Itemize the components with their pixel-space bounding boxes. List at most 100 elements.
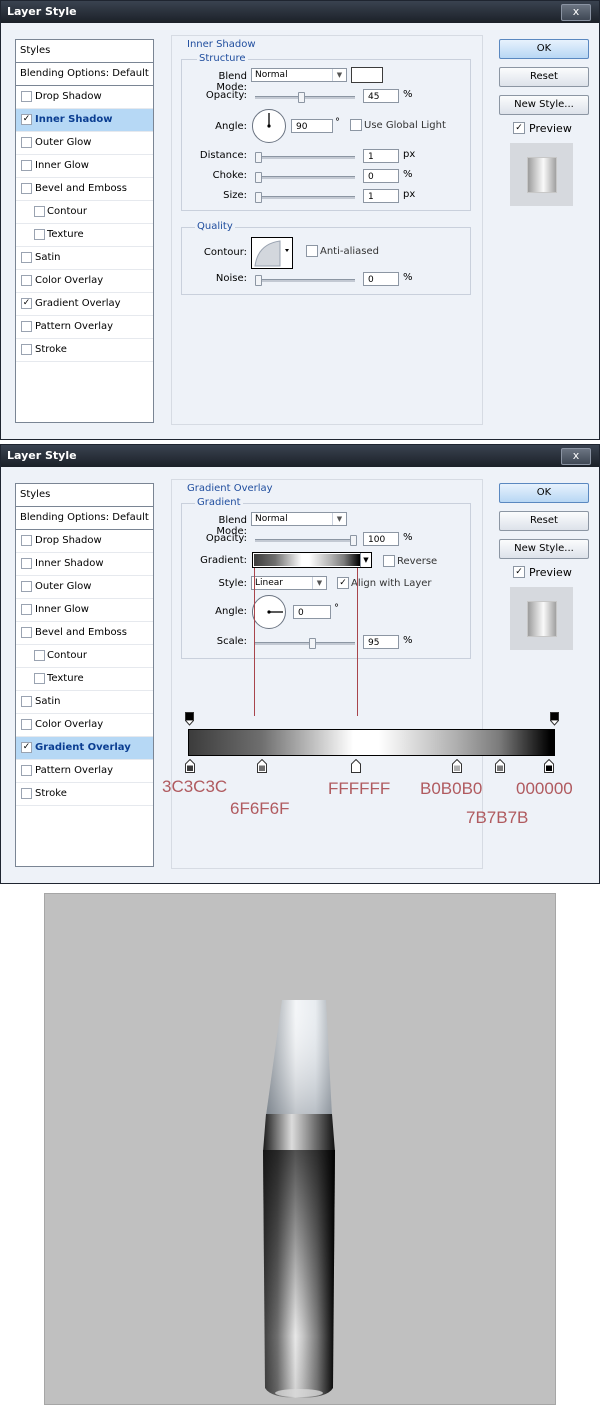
- choke-slider-thumb[interactable]: [255, 172, 262, 183]
- style-checkbox[interactable]: [21, 275, 32, 286]
- style-item-texture[interactable]: Texture: [16, 224, 153, 247]
- close-button[interactable]: x: [561, 448, 591, 465]
- style-item-inner-glow[interactable]: Inner Glow: [16, 599, 153, 622]
- style-item-drop-shadow[interactable]: Drop Shadow: [16, 530, 153, 553]
- opacity-slider[interactable]: [255, 535, 357, 546]
- style-checkbox[interactable]: [21, 344, 32, 355]
- angle-input[interactable]: 90: [291, 119, 333, 133]
- scale-slider[interactable]: [255, 638, 355, 649]
- style-item-texture[interactable]: Texture: [16, 668, 153, 691]
- style-checkbox[interactable]: [34, 650, 45, 661]
- reverse-checkbox[interactable]: [383, 555, 395, 567]
- noise-slider[interactable]: [255, 275, 355, 286]
- new-style-button[interactable]: New Style...: [499, 95, 589, 115]
- style-item-outer-glow[interactable]: Outer Glow: [16, 132, 153, 155]
- style-checkbox[interactable]: [21, 719, 32, 730]
- style-item-color-overlay[interactable]: Color Overlay: [16, 270, 153, 293]
- style-checkbox[interactable]: [21, 183, 32, 194]
- scale-slider-thumb[interactable]: [309, 638, 317, 649]
- style-checkbox[interactable]: [34, 229, 45, 240]
- style-checkbox[interactable]: [21, 160, 32, 171]
- style-checkbox[interactable]: [21, 604, 32, 615]
- style-select[interactable]: Linear ▼: [251, 576, 327, 590]
- noise-input[interactable]: 0: [363, 272, 399, 286]
- opacity-stop-right-icon[interactable]: [550, 712, 559, 726]
- shadow-color-swatch[interactable]: [351, 67, 383, 83]
- opacity-input[interactable]: 45: [363, 89, 399, 103]
- size-slider[interactable]: [255, 192, 355, 203]
- styles-header[interactable]: Styles: [16, 484, 153, 507]
- ok-button[interactable]: OK: [499, 483, 589, 503]
- distance-slider-thumb[interactable]: [255, 152, 262, 163]
- reset-button[interactable]: Reset: [499, 511, 589, 531]
- choke-input[interactable]: 0: [363, 169, 399, 183]
- opacity-input[interactable]: 100: [363, 532, 399, 546]
- style-checkbox[interactable]: [21, 765, 32, 776]
- size-slider-thumb[interactable]: [255, 192, 262, 203]
- style-checkbox[interactable]: ✓: [21, 742, 32, 753]
- gradient-picker[interactable]: ▼: [252, 552, 372, 568]
- gradient-bar[interactable]: [188, 729, 555, 756]
- preview-checkbox[interactable]: ✓: [513, 122, 525, 134]
- style-item-inner-glow[interactable]: Inner Glow: [16, 155, 153, 178]
- contour-picker[interactable]: [251, 237, 293, 269]
- align-with-layer-checkbox[interactable]: ✓: [337, 577, 349, 589]
- style-item-contour[interactable]: Contour: [16, 645, 153, 668]
- global-light-checkbox[interactable]: [350, 119, 362, 131]
- color-stop-4-icon[interactable]: [452, 759, 462, 773]
- style-item-stroke[interactable]: Stroke: [16, 783, 153, 806]
- antialiased-checkbox[interactable]: [306, 245, 318, 257]
- color-stop-6-icon[interactable]: [544, 759, 554, 773]
- style-checkbox[interactable]: ✓: [21, 114, 32, 125]
- angle-dial[interactable]: [252, 109, 286, 143]
- style-item-gradient-overlay[interactable]: ✓ Gradient Overlay: [16, 293, 153, 316]
- blending-options-item[interactable]: Blending Options: Default: [16, 63, 153, 86]
- style-checkbox[interactable]: [21, 788, 32, 799]
- style-checkbox[interactable]: [21, 137, 32, 148]
- angle-input[interactable]: 0: [293, 605, 331, 619]
- color-stop-3-icon[interactable]: [351, 759, 361, 773]
- style-item-pattern-overlay[interactable]: Pattern Overlay: [16, 760, 153, 783]
- distance-input[interactable]: 1: [363, 149, 399, 163]
- style-checkbox[interactable]: [21, 535, 32, 546]
- style-checkbox[interactable]: [21, 321, 32, 332]
- opacity-slider-thumb[interactable]: [297, 92, 305, 103]
- style-item-pattern-overlay[interactable]: Pattern Overlay: [16, 316, 153, 339]
- size-input[interactable]: 1: [363, 189, 399, 203]
- distance-slider[interactable]: [255, 152, 355, 163]
- reset-button[interactable]: Reset: [499, 67, 589, 87]
- style-checkbox[interactable]: ✓: [21, 298, 32, 309]
- style-item-satin[interactable]: Satin: [16, 691, 153, 714]
- noise-slider-thumb[interactable]: [255, 275, 262, 286]
- style-item-bevel-and-emboss[interactable]: Bevel and Emboss: [16, 622, 153, 645]
- style-item-color-overlay[interactable]: Color Overlay: [16, 714, 153, 737]
- color-stop-1-icon[interactable]: [185, 759, 195, 773]
- scale-input[interactable]: 95: [363, 635, 399, 649]
- style-checkbox[interactable]: [21, 627, 32, 638]
- blend-mode-select[interactable]: Normal ▼: [251, 512, 347, 526]
- style-checkbox[interactable]: [21, 696, 32, 707]
- ok-button[interactable]: OK: [499, 39, 589, 59]
- color-stop-2-icon[interactable]: [257, 759, 267, 773]
- opacity-stop-left-icon[interactable]: [185, 712, 194, 726]
- style-checkbox[interactable]: [21, 581, 32, 592]
- color-stop-5-icon[interactable]: [495, 759, 505, 773]
- style-checkbox[interactable]: [21, 252, 32, 263]
- style-item-inner-shadow[interactable]: Inner Shadow: [16, 553, 153, 576]
- opacity-slider-thumb[interactable]: [350, 535, 357, 546]
- blend-mode-select[interactable]: Normal ▼: [251, 68, 347, 82]
- opacity-slider[interactable]: [255, 92, 355, 103]
- style-item-gradient-overlay[interactable]: ✓ Gradient Overlay: [16, 737, 153, 760]
- style-checkbox[interactable]: [21, 91, 32, 102]
- style-item-bevel-and-emboss[interactable]: Bevel and Emboss: [16, 178, 153, 201]
- style-item-satin[interactable]: Satin: [16, 247, 153, 270]
- close-button[interactable]: x: [561, 4, 591, 21]
- style-item-drop-shadow[interactable]: Drop Shadow: [16, 86, 153, 109]
- preview-checkbox[interactable]: ✓: [513, 566, 525, 578]
- style-item-inner-shadow[interactable]: ✓ Inner Shadow: [16, 109, 153, 132]
- choke-slider[interactable]: [255, 172, 355, 183]
- style-item-contour[interactable]: Contour: [16, 201, 153, 224]
- style-checkbox[interactable]: [34, 206, 45, 217]
- angle-dial[interactable]: [252, 595, 286, 629]
- style-item-stroke[interactable]: Stroke: [16, 339, 153, 362]
